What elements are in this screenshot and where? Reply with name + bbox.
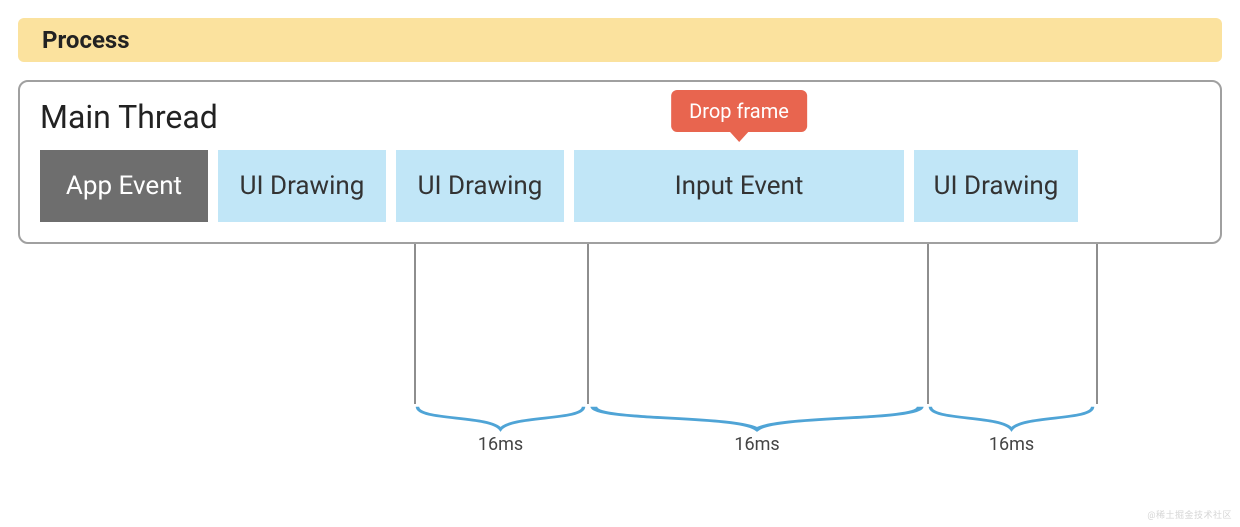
block-label: Input Event xyxy=(675,171,804,201)
main-thread-title: Main Thread xyxy=(40,98,1200,136)
timeline-row: App Event UI Drawing UI Drawing Drop fra… xyxy=(40,150,1200,222)
curly-brace-icon xyxy=(414,404,587,432)
frame-interval: 16ms xyxy=(927,404,1096,454)
process-header: Process xyxy=(18,18,1222,62)
block-label: UI Drawing xyxy=(418,171,543,201)
block-label: UI Drawing xyxy=(934,171,1059,201)
drop-frame-badge: Drop frame xyxy=(671,90,807,132)
interval-label: 16ms xyxy=(927,434,1096,455)
curly-brace-icon xyxy=(927,404,1096,432)
frame-ticks-area: 16ms 16ms 16ms xyxy=(18,244,1222,454)
watermark: @稀土掘金技术社区 xyxy=(1147,508,1232,521)
badge-label: Drop frame xyxy=(689,99,789,123)
block-ui-drawing-1: UI Drawing xyxy=(218,150,386,222)
interval-label: 16ms xyxy=(587,434,927,455)
block-label: UI Drawing xyxy=(240,171,365,201)
frame-tick xyxy=(927,244,929,404)
frame-tick xyxy=(1096,244,1098,404)
block-label: App Event xyxy=(66,171,182,201)
frame-interval: 16ms xyxy=(414,404,587,454)
frame-tick xyxy=(414,244,416,404)
frame-tick xyxy=(587,244,589,404)
process-title: Process xyxy=(42,26,130,54)
block-ui-drawing-3: UI Drawing xyxy=(914,150,1078,222)
frame-interval: 16ms xyxy=(587,404,927,454)
block-app-event: App Event xyxy=(40,150,208,222)
block-input-event: Drop frame Input Event xyxy=(574,150,904,222)
interval-label: 16ms xyxy=(414,434,587,455)
block-ui-drawing-2: UI Drawing xyxy=(396,150,564,222)
curly-brace-icon xyxy=(587,404,927,432)
main-thread-container: Main Thread App Event UI Drawing UI Draw… xyxy=(18,80,1222,244)
